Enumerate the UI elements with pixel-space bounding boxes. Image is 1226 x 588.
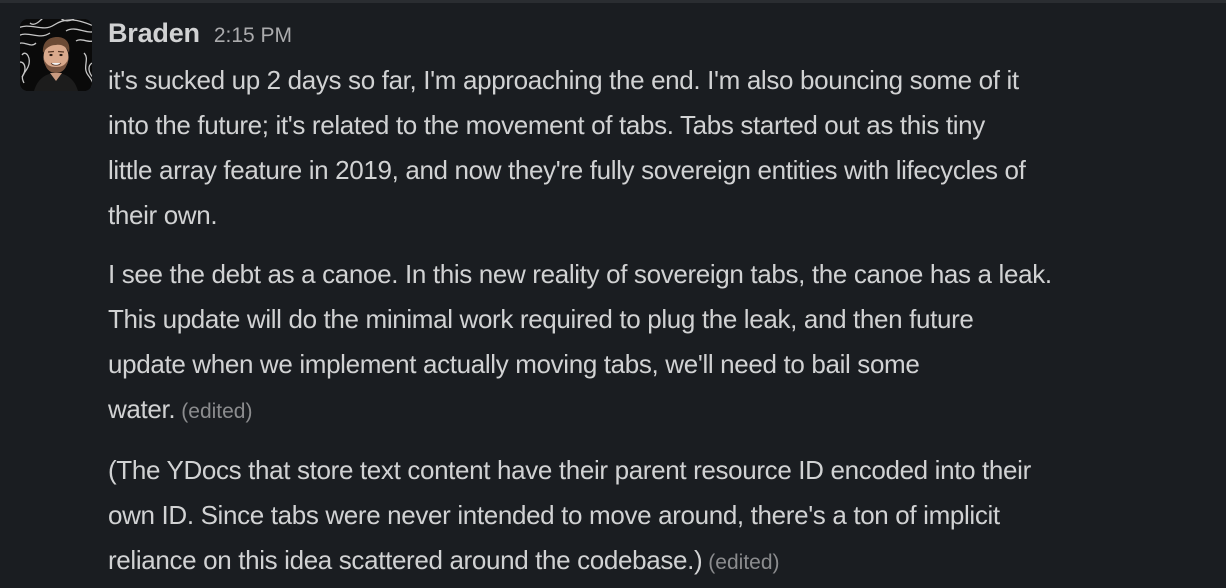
text-line: water. bbox=[108, 394, 176, 424]
avatar[interactable] bbox=[20, 19, 92, 91]
text-line: it's sucked up 2 days so far, I'm approa… bbox=[108, 65, 1019, 95]
text-line: their own. bbox=[108, 200, 218, 230]
message-paragraph: it's sucked up 2 days so far, I'm approa… bbox=[108, 58, 1213, 238]
text-line: reliance on this idea scattered around t… bbox=[108, 545, 703, 575]
edited-label: (edited) bbox=[708, 551, 780, 574]
edited-label: (edited) bbox=[181, 400, 253, 423]
text-line: update when we implement actually moving… bbox=[108, 349, 920, 379]
message-body: it's sucked up 2 days so far, I'm approa… bbox=[108, 58, 1213, 588]
avatar-photo-icon bbox=[20, 19, 92, 91]
text-line: (The YDocs that store text content have … bbox=[108, 455, 1031, 485]
message-paragraph: I see the debt as a canoe. In this new r… bbox=[108, 252, 1213, 434]
text-line: This update will do the minimal work req… bbox=[108, 304, 974, 334]
text-line: own ID. Since tabs were never intended t… bbox=[108, 500, 1000, 530]
text-line: little array feature in 2019, and now th… bbox=[108, 155, 1026, 185]
message-paragraph: (The YDocs that store text content have … bbox=[108, 448, 1213, 585]
message-header: Braden 2:15 PM bbox=[108, 18, 292, 56]
text-line: I see the debt as a canoe. In this new r… bbox=[108, 259, 1052, 289]
message-timestamp[interactable]: 2:15 PM bbox=[214, 24, 292, 48]
chat-message[interactable]: Braden 2:15 PM it's sucked up 2 days so … bbox=[0, 0, 1226, 588]
author-name[interactable]: Braden bbox=[108, 18, 200, 49]
text-line-with-edited: water. (edited) bbox=[108, 387, 1213, 434]
text-line-with-edited: reliance on this idea scattered around t… bbox=[108, 538, 1213, 585]
text-line: into the future; it's related to the mov… bbox=[108, 110, 985, 140]
